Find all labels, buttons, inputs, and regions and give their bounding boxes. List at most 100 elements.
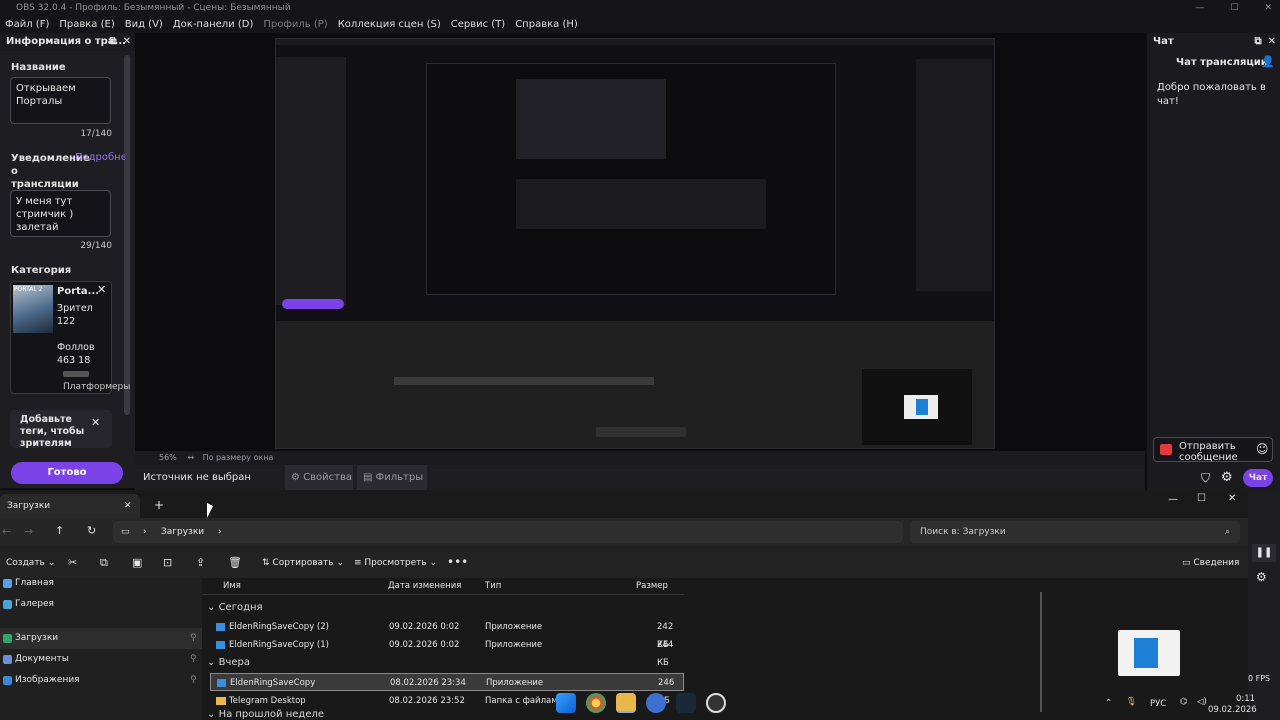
menu-edit[interactable]: Правка (E)	[54, 16, 119, 33]
address-bar[interactable]: ▭ › Загрузки ›	[113, 521, 903, 543]
file-row[interactable]: EldenRingSaveCopy (2) 09.02.2026 0:02 Пр…	[210, 618, 684, 650]
share-icon[interactable]: ⇪	[196, 556, 205, 569]
windows-start-icon[interactable]	[556, 693, 576, 713]
pause-icon[interactable]: ❚❚	[1252, 544, 1276, 562]
up-icon[interactable]: ↑	[55, 524, 64, 537]
close-dock-icon[interactable]: ✕	[123, 33, 131, 51]
sidebar-item-downloads[interactable]: Загрузки ⚲	[0, 628, 202, 649]
no-source-label: Источник не выбран	[143, 472, 251, 483]
rename-icon[interactable]: ⊡	[163, 556, 172, 569]
delete-icon[interactable]: 🗑	[228, 556, 242, 569]
column-date[interactable]: Дата изменения	[388, 578, 461, 595]
undock-icon[interactable]: ⧉	[109, 33, 116, 51]
preview-canvas[interactable]	[135, 33, 1145, 451]
search-input[interactable]: Поиск в: Загрузки ⌕	[910, 521, 1240, 543]
close-tab-icon[interactable]: ✕	[124, 494, 132, 518]
breadcrumb[interactable]: Загрузки	[161, 521, 204, 543]
menu-tools[interactable]: Сервис (T)	[446, 16, 510, 33]
clock-time[interactable]: 0:11	[1236, 694, 1255, 704]
steam-icon[interactable]	[676, 693, 696, 713]
obs-icon[interactable]	[646, 693, 666, 713]
notification-label: Уведомление о трансляции	[11, 153, 90, 190]
emoji-icon[interactable]: ☺	[1256, 442, 1269, 456]
refresh-icon[interactable]: ↻	[87, 524, 96, 537]
sidebar-item-documents[interactable]: Документы ⚲	[0, 649, 202, 670]
chevron-up-icon[interactable]: ⌃	[1105, 698, 1112, 708]
explorer-icon[interactable]	[616, 693, 636, 713]
pin-icon[interactable]: ⚲	[190, 628, 197, 649]
chat-message-input[interactable]: Отправить сообщение ☺	[1153, 437, 1273, 463]
network-icon[interactable]: ⌬	[1180, 697, 1187, 707]
forward-icon[interactable]: →	[24, 525, 33, 538]
file-row-selected[interactable]: EldenRingSaveCopy 08.02.2026 23:34 Прило…	[210, 673, 684, 706]
platformers-tag[interactable]: Платформеры	[63, 382, 130, 392]
home-icon	[3, 579, 12, 588]
card-scrollbar[interactable]	[63, 371, 89, 377]
close-window-icon[interactable]: ✕	[1228, 493, 1236, 504]
new-tab-icon[interactable]: +	[154, 498, 164, 512]
chrome-icon[interactable]	[586, 693, 606, 713]
sort-button[interactable]: ⇅ Сортировать ⌄	[262, 558, 344, 568]
view-button[interactable]: ≡ Просмотреть ⌄	[354, 558, 437, 568]
sidebar-item-pictures[interactable]: Изображения ⚲	[0, 670, 202, 691]
menu-scene-collection[interactable]: Коллекция сцен (S)	[333, 16, 446, 33]
viewers-value: 122	[57, 316, 76, 327]
tab-downloads[interactable]: Загрузки ✕	[0, 494, 140, 518]
notification-more-link[interactable]: Подробнее	[75, 152, 125, 163]
paste-icon[interactable]: ▣	[132, 556, 142, 569]
more-options-icon[interactable]: •••	[447, 555, 468, 569]
app-icon[interactable]	[706, 693, 726, 713]
column-name[interactable]: Имя	[223, 578, 241, 595]
minimize-icon[interactable]: —	[1195, 0, 1204, 16]
menu-profile[interactable]: Профиль (P)	[258, 16, 332, 33]
undock-icon[interactable]: ⧉	[1254, 33, 1261, 51]
language-indicator[interactable]: РУС	[1150, 699, 1166, 709]
group-yesterday[interactable]: ⌄ Вчера	[207, 657, 250, 668]
clock-date[interactable]: 09.02.2026	[1208, 705, 1257, 715]
done-button[interactable]: Готово	[11, 462, 123, 484]
menu-help[interactable]: Справка (H)	[510, 16, 583, 33]
copy-icon[interactable]: ⧉	[100, 556, 108, 570]
column-size[interactable]: Размер	[636, 578, 668, 595]
maximize-icon[interactable]: ☐	[1197, 493, 1206, 504]
mic-icon[interactable]: 🎙	[1126, 697, 1137, 707]
column-type[interactable]: Тип	[485, 578, 501, 595]
pin-icon[interactable]: ⚲	[190, 649, 197, 670]
fit-mode[interactable]: По размеру окна	[203, 453, 274, 462]
dock-scrollbar[interactable]	[124, 55, 130, 415]
menu-docks[interactable]: Док-панели (D)	[168, 16, 259, 33]
create-button[interactable]: Создать ⌄	[6, 558, 55, 568]
sidebar-item-home[interactable]: Главная	[0, 573, 202, 594]
group-today[interactable]: ⌄ Сегодня	[207, 602, 263, 613]
cut-icon[interactable]: ✂	[68, 556, 77, 569]
close-icon[interactable]: ✕	[1264, 0, 1272, 16]
group-last-week[interactable]: ⌄ На прошлой неделе	[207, 709, 324, 720]
users-icon[interactable]: 👤	[1261, 55, 1275, 68]
file-row[interactable]: EldenRingSaveCopy (1) 09.02.2026 0:02 Пр…	[210, 636, 684, 668]
explorer-nav-bar: ← → ↑ ↻ ▭ › Загрузки › Поиск в: Загрузки…	[0, 518, 1248, 546]
sidebar-item-gallery[interactable]: Галерея	[0, 594, 202, 615]
zoom-level[interactable]: 56%	[159, 453, 177, 462]
dismiss-hint-icon[interactable]: ✕	[91, 416, 100, 429]
list-scrollbar[interactable]	[1040, 592, 1042, 712]
settings-icon[interactable]: ⚙	[1221, 470, 1233, 485]
title-counter: 17/140	[80, 129, 112, 139]
menu-file[interactable]: Файл (F)	[0, 16, 54, 33]
pin-icon[interactable]: ⚲	[190, 670, 197, 691]
menu-view[interactable]: Вид (V)	[120, 16, 168, 33]
notification-input[interactable]: У меня тут стримчик ) залетай	[10, 190, 111, 237]
details-button[interactable]: ▭ Сведения	[1182, 558, 1239, 568]
remove-category-icon[interactable]: ✕	[97, 283, 106, 296]
gear-icon[interactable]: ⚙	[1256, 570, 1267, 584]
back-icon[interactable]: ←	[2, 525, 11, 538]
minimize-icon[interactable]: —	[1168, 494, 1178, 505]
category-card[interactable]: PORTAL 2 Porta... ✕ Зрител 122 Фоллов 46…	[10, 281, 130, 394]
shield-icon[interactable]: ⛉	[1201, 471, 1210, 486]
chat-button[interactable]: Чат	[1243, 469, 1273, 487]
maximize-icon[interactable]: ☐	[1230, 0, 1238, 16]
filters-button[interactable]: ▤ Фильтры	[357, 465, 427, 490]
properties-button[interactable]: ⚙ Свойства	[285, 465, 353, 490]
title-input[interactable]: Открываем Порталы	[10, 77, 111, 124]
close-dock-icon[interactable]: ✕	[1268, 33, 1276, 51]
volume-icon[interactable]: ◁)	[1197, 697, 1207, 707]
